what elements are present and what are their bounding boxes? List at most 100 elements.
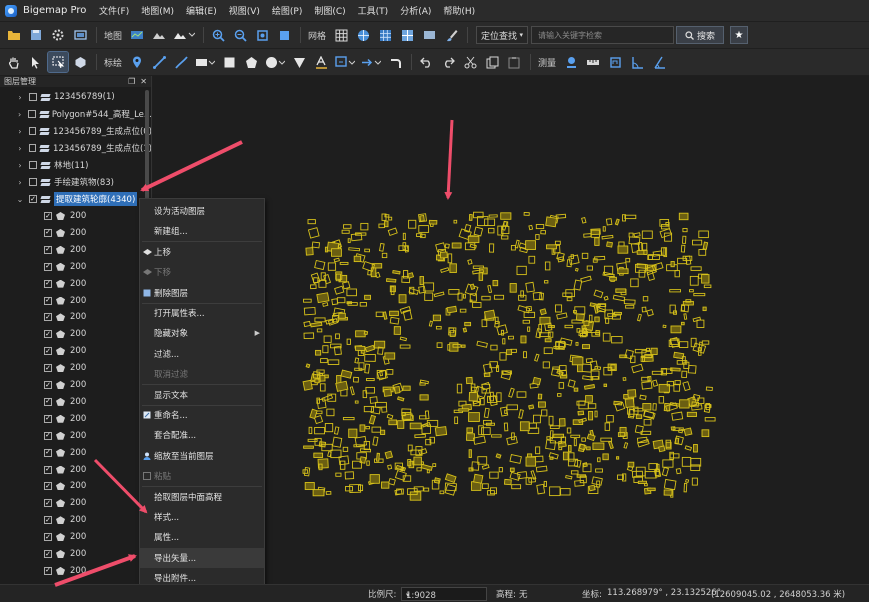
layer-checkbox[interactable] — [28, 127, 37, 135]
feature-checkbox[interactable]: ✓ — [44, 566, 52, 575]
feature-row[interactable]: ✓ 200 — [0, 225, 151, 241]
feature-checkbox[interactable]: ✓ — [44, 499, 52, 508]
feature-checkbox[interactable]: ✓ — [44, 228, 52, 237]
locate-select[interactable]: 定位查找 ▾ — [476, 26, 529, 44]
context-menu-item[interactable]: 新建组... — [140, 221, 264, 241]
feature-row[interactable]: ✓ 200 — [0, 276, 151, 292]
feature-checkbox[interactable]: ✓ — [44, 364, 52, 373]
feature-row[interactable]: ✓ 200 — [0, 563, 151, 579]
context-menu-item[interactable]: 重命名... — [140, 405, 264, 425]
close-panel-icon[interactable]: ✕ — [140, 77, 147, 86]
expand-right-icon[interactable]: › — [15, 93, 25, 102]
feature-row[interactable]: ✓ 200 — [0, 445, 151, 461]
layer-row[interactable]: › 手绘建筑物(83) — [0, 174, 151, 190]
edit-node-icon[interactable] — [70, 52, 90, 72]
search-button[interactable]: 搜索 — [676, 26, 725, 44]
select-pointer-icon[interactable] — [26, 52, 46, 72]
restore-window-icon[interactable]: ❐ — [128, 77, 135, 86]
layer-checkbox[interactable]: ✓ — [29, 195, 37, 203]
layer-row[interactable]: › Polygon#544_高程_Le... — [0, 106, 151, 122]
map-layer-icon[interactable] — [127, 25, 147, 45]
feature-checkbox[interactable]: ✓ — [44, 330, 52, 339]
settings-gear-icon[interactable] — [48, 25, 68, 45]
favorite-star-icon[interactable]: ★ — [730, 26, 749, 44]
folder-icon[interactable] — [419, 25, 439, 45]
context-menu-item[interactable]: 拾取图层中面高程 — [140, 487, 264, 507]
feature-row[interactable]: ✓ 200 — [0, 242, 151, 258]
rectangle-outline-icon[interactable] — [219, 52, 239, 72]
feature-checkbox[interactable]: ✓ — [44, 414, 52, 423]
pan-hand-icon[interactable] — [4, 52, 24, 72]
feature-row[interactable]: ✓ 200 — [0, 512, 151, 528]
context-menu-item[interactable]: 上移 — [140, 242, 264, 262]
grid-blue-icon[interactable] — [375, 25, 395, 45]
feature-checkbox[interactable]: ✓ — [44, 397, 52, 406]
context-menu-item[interactable]: 套合配准... — [140, 425, 264, 445]
brush-icon[interactable] — [441, 25, 461, 45]
feature-row[interactable]: ✓ 200 — [0, 360, 151, 376]
layer-row[interactable]: › 123456789_生成点位(0) — [0, 123, 151, 139]
feature-checkbox[interactable]: ✓ — [44, 262, 52, 271]
menu-item[interactable]: 编辑(E) — [186, 4, 217, 17]
feature-row[interactable]: ✓ 200 — [0, 529, 151, 545]
layer-checkbox[interactable] — [29, 178, 37, 186]
layer-row[interactable]: › 123456789_生成点位(1) — [0, 140, 151, 156]
undo-icon[interactable] — [416, 52, 436, 72]
context-menu-item[interactable]: 删除图层 — [140, 283, 264, 303]
terrain-icon[interactable] — [149, 25, 169, 45]
feature-checkbox[interactable]: ✓ — [44, 516, 52, 525]
rectangle-tool-icon[interactable] — [193, 52, 217, 72]
fullscreen-icon[interactable] — [274, 25, 294, 45]
feature-row[interactable]: ✓ 200 — [0, 309, 151, 325]
grid-table-icon[interactable] — [397, 25, 417, 45]
turn-arrow-icon[interactable] — [385, 52, 405, 72]
layer-row[interactable]: › 123456789(1) — [0, 89, 151, 105]
expand-right-icon[interactable]: › — [15, 161, 25, 170]
layer-checkbox[interactable] — [28, 144, 37, 152]
feature-checkbox[interactable]: ✓ — [44, 296, 52, 305]
feature-row[interactable]: ✓ 200 — [0, 343, 151, 359]
feature-checkbox[interactable]: ✓ — [44, 212, 52, 220]
feature-checkbox[interactable]: ✓ — [44, 347, 52, 356]
context-menu-item[interactable]: 缩放至当前图层 — [140, 446, 264, 466]
circle-tool-icon[interactable] — [263, 52, 287, 72]
expand-down-icon[interactable]: ⌄ — [15, 195, 25, 204]
paste-clipboard-icon[interactable] — [504, 52, 524, 72]
screen-icon[interactable] — [70, 25, 90, 45]
menu-item[interactable]: 地图(M) — [141, 4, 174, 17]
scissors-icon[interactable] — [460, 52, 480, 72]
menu-item[interactable]: 文件(F) — [99, 4, 129, 17]
feature-checkbox[interactable]: ✓ — [44, 550, 52, 558]
zoom-in-icon[interactable] — [208, 25, 228, 45]
layer-checkbox[interactable] — [29, 161, 37, 169]
arrow-tool-icon[interactable] — [359, 52, 383, 72]
menu-item[interactable]: 视图(V) — [229, 4, 260, 17]
feature-row[interactable]: ✓ 200 — [0, 546, 151, 562]
expand-right-icon[interactable]: › — [15, 110, 24, 119]
menu-item[interactable]: 分析(A) — [400, 4, 431, 17]
layer-row[interactable]: ⌄ ✓ 提取建筑轮廓(4340) — [0, 191, 151, 207]
context-menu-item[interactable]: 过滤... — [140, 344, 264, 364]
expand-right-icon[interactable]: › — [15, 144, 25, 153]
measure-point-icon[interactable] — [561, 52, 581, 72]
route-icon[interactable] — [171, 25, 197, 45]
context-menu-item[interactable]: 隐藏对象 ▶ — [140, 323, 264, 343]
layer-checkbox[interactable] — [28, 110, 36, 118]
polyline-icon[interactable] — [149, 52, 169, 72]
pentagon-icon[interactable] — [241, 52, 261, 72]
menu-item[interactable]: 绘图(P) — [272, 4, 302, 17]
zoom-out-icon[interactable] — [230, 25, 250, 45]
marker-pin-icon[interactable] — [127, 52, 147, 72]
feature-row[interactable]: ✓ 200 — [0, 478, 151, 494]
feature-row[interactable]: ✓ 200 — [0, 259, 151, 275]
feature-row[interactable]: ✓ 200 — [0, 428, 151, 444]
context-menu-item[interactable]: 属性... — [140, 527, 264, 547]
layer-row[interactable]: › 林地(11) — [0, 157, 151, 173]
label-tool-icon[interactable] — [333, 52, 357, 72]
grid-icon[interactable] — [331, 25, 351, 45]
context-menu-item[interactable]: 打开属性表... — [140, 303, 264, 323]
measure-angle-icon[interactable] — [627, 52, 647, 72]
menu-item[interactable]: 帮助(H) — [443, 4, 475, 17]
feature-checkbox[interactable]: ✓ — [44, 482, 52, 491]
scale-select[interactable]: 1:9028 ▾ — [401, 587, 487, 601]
